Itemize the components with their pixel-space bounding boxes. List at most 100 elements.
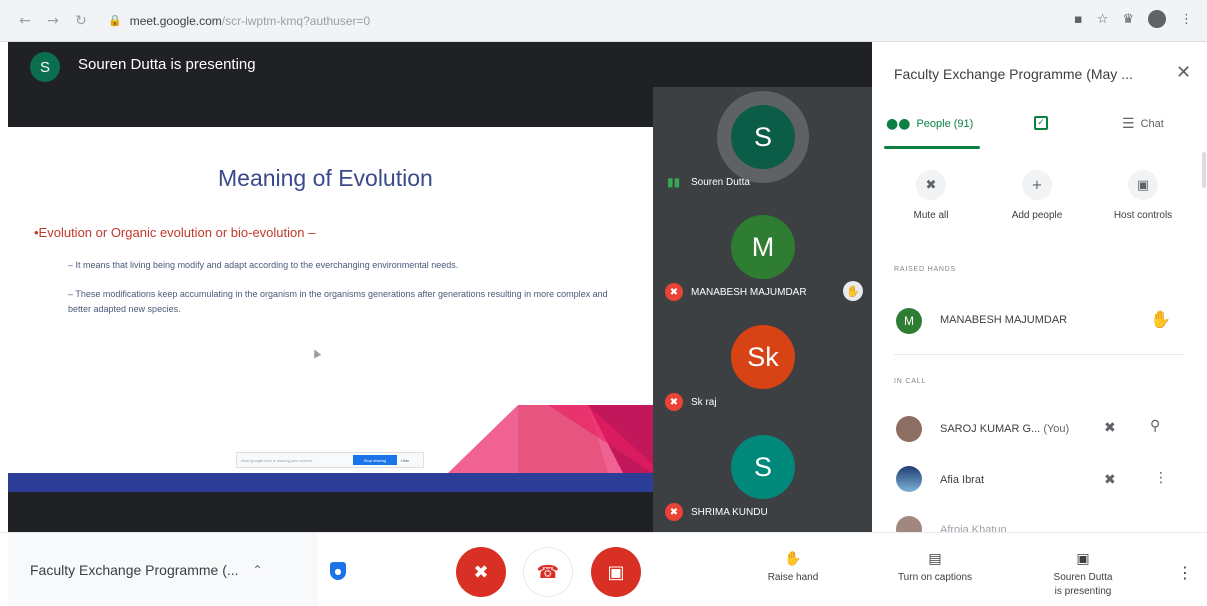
leave-call-button[interactable]: ☎ xyxy=(523,547,573,597)
add-person-icon: + xyxy=(1022,170,1052,200)
screen-share-notice: meet.google.com is sharing your screen. … xyxy=(236,452,424,468)
mic-off-icon: ✖ xyxy=(1104,472,1116,488)
host-controls-label: Host controls xyxy=(1113,210,1173,221)
reload-icon[interactable]: ↻ xyxy=(70,10,92,32)
hide-notice-button[interactable]: Hide xyxy=(401,458,409,463)
participant-tile[interactable]: S ▮▮ Souren Dutta xyxy=(653,87,872,197)
browser-menu-icon[interactable]: ⋮ xyxy=(1180,12,1193,27)
more-options-icon[interactable]: ⋮ xyxy=(1177,563,1193,582)
pin-icon[interactable]: ⚲ xyxy=(1150,418,1160,434)
raise-hand-button[interactable]: ✋ Raise hand xyxy=(738,551,848,585)
participant-row[interactable]: SAROJ KUMAR G... (You) xyxy=(940,423,1069,435)
participant-name[interactable]: Afia Ibrat xyxy=(940,474,984,486)
address-bar[interactable]: 🔒 meet.google.com /scr-iwptm-kmq?authuse… xyxy=(108,8,428,34)
back-icon[interactable]: ← xyxy=(14,10,36,32)
mic-off-icon: ✖ xyxy=(473,561,489,583)
cursor-icon xyxy=(310,347,322,359)
divider xyxy=(894,354,1184,355)
slide-title: Meaning of Evolution xyxy=(218,165,433,191)
camera-button[interactable]: ▣ xyxy=(591,547,641,597)
add-people-button[interactable]: + Add people xyxy=(992,170,1082,221)
extensions-icon[interactable]: ♛ xyxy=(1122,12,1134,27)
participant-name: MANABESH MAJUMDAR xyxy=(691,287,807,298)
presenter-text: Souren Dutta is presenting xyxy=(78,56,256,73)
tab-people-label: People (91) xyxy=(916,118,974,130)
in-call-heading: IN CALL xyxy=(894,378,927,385)
present-icon: ▣ xyxy=(1076,551,1090,567)
muted-mic-icon: ✖ xyxy=(665,393,683,411)
hand-icon: ✋ xyxy=(784,551,802,567)
browser-toolbar: ← → ↻ 🔒 meet.google.com /scr-iwptm-kmq?a… xyxy=(0,0,1207,42)
raised-hand-row[interactable]: M MANABESH MAJUMDAR ✋ xyxy=(872,300,1207,342)
lock-icon: 🔒 xyxy=(108,14,122,27)
add-people-label: Add people xyxy=(1011,210,1063,221)
mute-all-label: Mute all xyxy=(913,210,949,221)
more-options-icon[interactable]: ⋮ xyxy=(1154,470,1168,486)
host-controls-button[interactable]: ▣ Host controls xyxy=(1098,170,1188,221)
stop-sharing-button[interactable]: Stop sharing xyxy=(353,455,397,465)
raised-hand-icon[interactable]: ✋ xyxy=(1150,310,1171,330)
participant-name: SHRIMA KUNDU xyxy=(691,507,768,518)
muted-mic-icon: ✖ xyxy=(665,283,683,301)
raised-hands-heading: RAISED HANDS xyxy=(894,266,957,273)
slide-subpoint-2: – These modifications keep accumulating … xyxy=(68,289,608,314)
tab-chat-label: Chat xyxy=(1140,118,1164,130)
mic-off-icon: ✖ xyxy=(916,170,946,200)
panel-actions: ✖ Mute all + Add people ▣ Host controls xyxy=(872,170,1207,230)
panel-title: Faculty Exchange Programme (May ... xyxy=(894,66,1133,82)
slide-subpoint-1: – It means that living being modify and … xyxy=(68,260,459,270)
share-notice-text: meet.google.com is sharing your screen. xyxy=(241,457,314,463)
participant-avatar: M xyxy=(731,215,795,279)
meet-window: ← → ↻ 🔒 meet.google.com /scr-iwptm-kmq?a… xyxy=(0,0,1207,606)
meeting-details-button[interactable]: Faculty Exchange Programme (... ⌃ xyxy=(8,533,318,606)
participant-avatar: S xyxy=(731,105,795,169)
raise-hand-label: Raise hand xyxy=(767,572,819,583)
microphone-button[interactable]: ✖ xyxy=(456,547,506,597)
activities-icon: ✓ xyxy=(1034,116,1048,130)
forward-icon[interactable]: → xyxy=(42,10,64,32)
slide-footer-band xyxy=(8,473,653,492)
panel-tabs: ●● People (91) ✓ ☰ Chat xyxy=(872,110,1207,150)
chevron-up-icon: ⌃ xyxy=(252,563,263,577)
slide-bullet: •Evolution or Organic evolution or bio-e… xyxy=(34,225,316,240)
star-icon[interactable]: ☆ xyxy=(1097,12,1109,27)
participant-tile[interactable]: Sk ✖ Sk raj xyxy=(653,307,872,417)
participant-name[interactable]: Afroja Khatun xyxy=(940,524,1007,532)
camera-off-icon: ▣ xyxy=(607,561,625,583)
presentation-stage: S Souren Dutta is presenting Meaning of … xyxy=(8,42,872,532)
close-icon[interactable]: ✕ xyxy=(1176,62,1191,83)
captions-button[interactable]: ▤ Turn on captions xyxy=(880,551,990,585)
camera-icon[interactable]: ▪ xyxy=(1074,12,1083,27)
tab-chat[interactable]: ☰ Chat xyxy=(1122,116,1164,132)
url-path: /scr-iwptm-kmq?authuser=0 xyxy=(221,13,371,28)
presenting-label-2: is presenting xyxy=(1054,586,1112,597)
presenter-avatar: S xyxy=(30,52,60,82)
chat-icon: ☰ xyxy=(1122,116,1135,132)
shared-slide: Meaning of Evolution •Evolution or Organ… xyxy=(8,127,653,492)
participant-name: SAROJ KUMAR G... xyxy=(940,423,1041,435)
participant-name: Souren Dutta xyxy=(691,177,750,188)
people-icon: ●● xyxy=(886,116,911,132)
toggle-icon: ▣ xyxy=(1128,170,1158,200)
hang-up-icon: ☎ xyxy=(536,561,560,583)
tab-activities[interactable]: ✓ xyxy=(1034,116,1048,130)
participant-name: MANABESH MAJUMDAR xyxy=(940,314,1068,326)
mute-all-button[interactable]: ✖ Mute all xyxy=(886,170,976,221)
avatar: M xyxy=(896,308,922,334)
participant-avatar: Sk xyxy=(731,325,795,389)
avatar xyxy=(896,516,922,532)
participant-tile[interactable]: M ✖ MANABESH MAJUMDAR ✋ xyxy=(653,197,872,307)
browser-actions: ▪ ☆ ♛ ⋮ xyxy=(1074,10,1193,28)
profile-avatar[interactable] xyxy=(1148,10,1166,28)
raised-hand-icon: ✋ xyxy=(843,281,863,301)
shield-icon[interactable]: ● xyxy=(330,562,346,580)
tab-people[interactable]: ●● People (91) xyxy=(886,116,973,132)
slide-decoration xyxy=(448,405,653,473)
meeting-controls-bar: Faculty Exchange Programme (... ⌃ ● ✖ ☎ … xyxy=(0,532,1207,606)
avatar xyxy=(896,466,922,492)
participant-tile[interactable]: S ✖ SHRIMA KUNDU xyxy=(653,417,872,527)
captions-label: Turn on captions xyxy=(897,572,973,583)
nav-buttons: ← → ↻ xyxy=(14,10,92,32)
presenting-button[interactable]: ▣ Souren Dutta is presenting xyxy=(1028,551,1138,599)
active-tab-indicator xyxy=(884,146,980,149)
